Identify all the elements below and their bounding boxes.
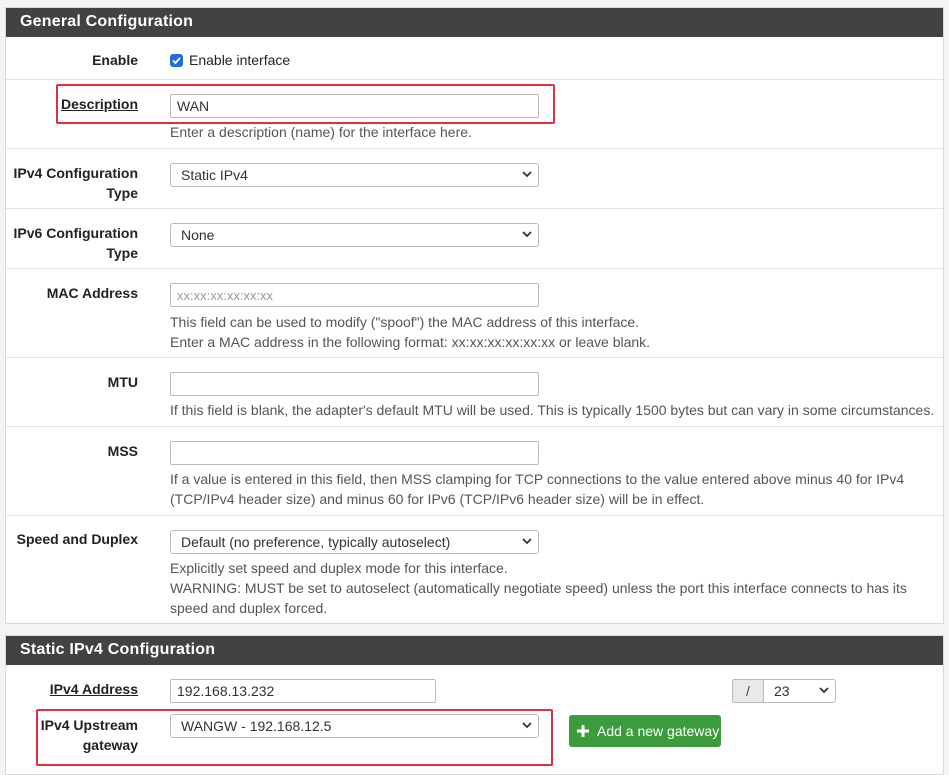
chevron-down-icon	[522, 538, 532, 545]
cidr-select[interactable]: 23	[763, 679, 836, 703]
ipv6-type-row: IPv6 Configuration Type None	[6, 208, 943, 268]
mtu-label: MTU	[107, 374, 138, 390]
chevron-down-icon	[522, 231, 532, 238]
ipv4-type-label-line1: IPv4 Configuration	[13, 165, 138, 181]
checkmark-icon	[172, 57, 181, 65]
mss-input[interactable]	[170, 441, 539, 465]
ipv6-type-value: None	[181, 227, 215, 243]
mtu-row: MTU If this field is blank, the adapter'…	[6, 357, 943, 426]
ipv4-address-input[interactable]: 192.168.13.232	[170, 679, 436, 703]
speed-duplex-label: Speed and Duplex	[16, 531, 138, 547]
speed-duplex-row: Speed and Duplex Default (no preference,…	[6, 515, 943, 624]
speed-duplex-value: Default (no preference, typically autose…	[181, 534, 451, 550]
cidr-slash: /	[732, 679, 763, 703]
ipv4-address-label: IPv4 Address	[49, 681, 138, 697]
mac-address-input[interactable]: xx:xx:xx:xx:xx:xx	[170, 283, 539, 307]
ipv4-type-value: Static IPv4	[181, 167, 248, 183]
mac-address-help-line1: This field can be used to modify ("spoof…	[170, 314, 640, 330]
mss-help-line1: If a value is entered in this field, the…	[170, 471, 905, 487]
enable-row: Enable Enable interface	[6, 37, 943, 79]
mac-address-placeholder: xx:xx:xx:xx:xx:xx	[177, 288, 274, 303]
general-configuration-heading: General Configuration	[6, 8, 943, 37]
add-gateway-button[interactable]: Add a new gateway	[569, 715, 721, 747]
enable-checkbox-control[interactable]: Enable interface	[170, 50, 290, 70]
mtu-help: If this field is blank, the adapter's de…	[170, 402, 935, 418]
plus-icon	[577, 725, 589, 737]
chevron-down-icon	[522, 171, 532, 178]
ipv4-type-row: IPv4 Configuration Type Static IPv4	[6, 148, 943, 208]
enable-label: Enable	[92, 52, 138, 68]
enable-checkbox[interactable]	[170, 54, 183, 67]
ipv6-type-label-line2: Type	[106, 245, 138, 261]
ipv4-type-label-line2: Type	[106, 185, 138, 201]
add-gateway-label: Add a new gateway	[597, 723, 720, 739]
ipv6-type-label-line1: IPv6 Configuration	[13, 225, 138, 241]
mac-address-help-line2: Enter a MAC address in the following for…	[170, 334, 651, 350]
ipv4-type-label: IPv4 Configuration Type	[8, 163, 138, 203]
speed-duplex-select[interactable]: Default (no preference, typically autose…	[170, 530, 539, 554]
mss-help-line2: (TCP/IPv4 header size) and minus 60 for …	[170, 491, 705, 507]
mtu-input[interactable]	[170, 372, 539, 396]
enable-checkbox-label: Enable interface	[189, 52, 291, 68]
description-highlight-box	[56, 84, 555, 124]
mac-address-label: MAC Address	[46, 285, 138, 301]
static-ipv4-heading: Static IPv4 Configuration	[6, 636, 943, 665]
ipv4-address-row: IPv4 Address 192.168.13.232 / 23	[6, 665, 943, 707]
cidr-value: 23	[774, 683, 790, 699]
ipv6-type-select[interactable]: None	[170, 223, 539, 247]
gateway-highlight-box	[36, 709, 553, 766]
speed-duplex-help-line1: Explicitly set speed and duplex mode for…	[170, 560, 508, 576]
description-help: Enter a description (name) for the inter…	[170, 124, 472, 140]
chevron-down-icon	[819, 687, 829, 694]
speed-duplex-help-line2: WARNING: MUST be set to autoselect (auto…	[170, 580, 907, 596]
mac-address-row: MAC Address xx:xx:xx:xx:xx:xx This field…	[6, 268, 943, 357]
ipv4-type-select[interactable]: Static IPv4	[170, 163, 539, 187]
mss-row: MSS If a value is entered in this field,…	[6, 426, 943, 515]
speed-duplex-help-line3: speed and duplex forced.	[170, 600, 328, 616]
mss-label: MSS	[107, 443, 138, 459]
ipv6-type-label: IPv6 Configuration Type	[8, 223, 138, 263]
